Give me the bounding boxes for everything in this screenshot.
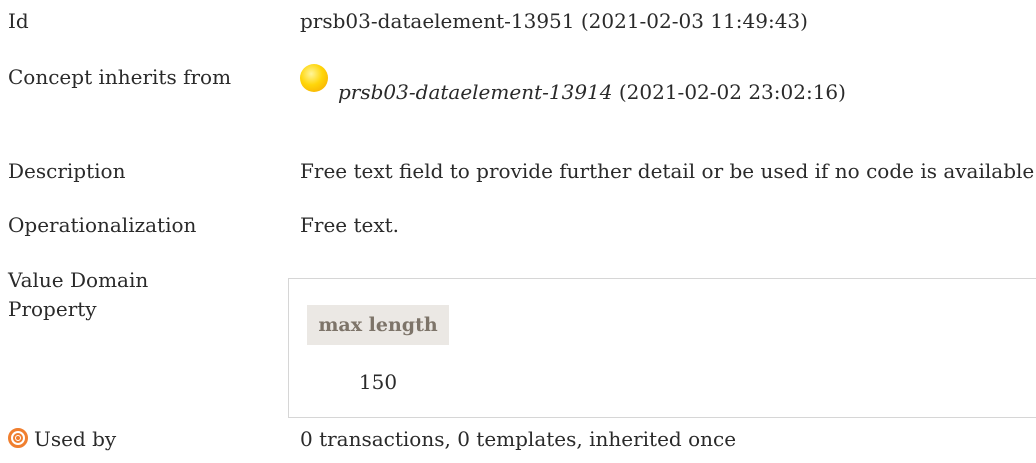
inherits-label: Concept inherits from xyxy=(8,65,232,89)
target-icon[interactable] xyxy=(8,428,28,448)
property-label: Property xyxy=(8,297,97,321)
description-label: Description xyxy=(8,159,126,183)
id-value: prsb03-dataelement-13951 (2021-02-03 11:… xyxy=(300,9,808,33)
id-row: Id prsb03-dataelement-13951 (2021-02-03 … xyxy=(0,6,1036,36)
inherits-row: Concept inherits from prsb03-dataelement… xyxy=(0,62,1036,116)
inherits-ref-link[interactable]: prsb03-dataelement-13914 xyxy=(338,80,613,104)
id-label: Id xyxy=(8,9,29,33)
used-by-label: Used by xyxy=(34,427,117,451)
inherits-ref-date: (2021-02-02 23:02:16) xyxy=(612,80,846,104)
operationalization-value: Free text. xyxy=(300,213,400,237)
property-row: Property xyxy=(0,294,1036,324)
description-row: Description Free text field to provide f… xyxy=(0,156,1036,186)
description-value: Free text field to provide further detai… xyxy=(300,159,1036,183)
status-sun-icon xyxy=(300,64,328,92)
used-by-value: 0 transactions, 0 templates, inherited o… xyxy=(300,427,737,451)
inherits-value: prsb03-dataelement-13914 (2021-02-02 23:… xyxy=(300,64,846,107)
operationalization-label: Operationalization xyxy=(8,213,197,237)
used-by-row: Used by 0 transactions, 0 templates, inh… xyxy=(0,424,1036,454)
used-by-label-wrap[interactable]: Used by xyxy=(8,424,116,454)
value-domain-label: Value Domain xyxy=(8,268,149,292)
operationalization-row: Operationalization Free text. xyxy=(0,210,1036,240)
property-value-max-length: 150 xyxy=(358,370,398,394)
